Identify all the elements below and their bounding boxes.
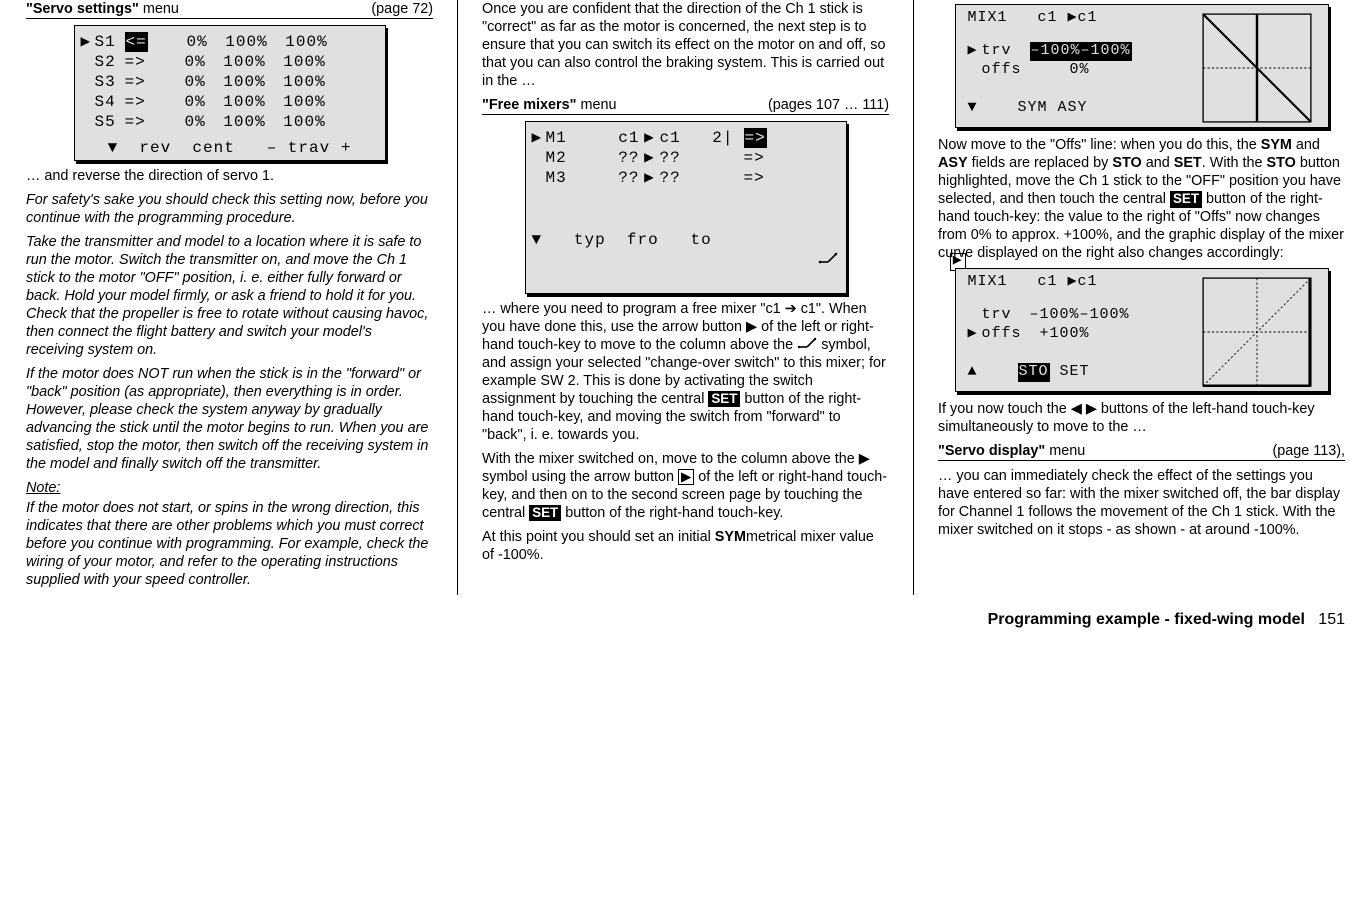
servo-display-header: "Servo display" menu (page 113), [938,442,1345,461]
page-ref: (page 72) [371,1,433,17]
note-body: If the motor does not start, or spins in… [26,499,433,589]
note-label: Note: [26,479,433,497]
para: … and reverse the direction of servo 1. [26,167,433,185]
free-mixers-header: "Free mixers" menu (pages 107 … 111) [482,96,889,115]
page-ref: (pages 107 … 111) [768,97,889,113]
menu-title: "Free mixers" menu [482,97,616,113]
servo-row: S2=>0%100%100% [75,52,385,72]
mix-param-row: ▶offs +100% [962,325,1186,344]
column-divider [457,0,458,595]
para: … where you need to program a free mixer… [482,300,889,444]
mixer-row: M2??▶?? => [526,148,846,168]
menu-title: "Servo display" menu [938,443,1085,459]
mixer-curve-graph [1192,277,1322,387]
lcd-footer: ▼ typ fro to [532,230,712,291]
free-mixers-lcd: ▶M1c1▶c12|=> M2??▶?? => M3??▶?? => ▼ typ… [525,121,847,294]
para: If you now touch the ◀ ▶ buttons of the … [938,400,1345,436]
column-3: MIX1 c1 ▶c1 ▶trv–100%–100% offs 0% ▼ SYM… [930,0,1353,595]
para: If the motor does NOT run when the stick… [26,365,433,473]
servo-row: S3=>0%100%100% [75,72,385,92]
para: For safety's sake you should check this … [26,191,433,227]
sto-button: STO [1018,363,1050,382]
mix-title: MIX1 c1 ▶c1 [968,9,1098,28]
para: Take the transmitter and model to a loca… [26,233,433,359]
column-1: "Servo settings" menu (page 72) ▶S1<=0%1… [18,0,441,595]
page-ref: (page 113), [1272,443,1345,459]
para: At this point you should set an initial … [482,528,889,564]
mix2-lcd: MIX1 c1 ▶c1 trv–100%–100% ▶offs +100% ▲ … [955,268,1329,392]
mix-title: MIX1 c1 ▶c1 [968,273,1098,292]
lcd-footer: ▼ rev cent – trav + [108,138,352,158]
set-button-icon: SET [529,505,561,522]
mixer-row: ▶M1c1▶c12|=> [526,128,846,148]
servo-row: ▶S1<=0%100%100% [75,32,385,52]
page-footer: Programming example - fixed-wing model 1… [0,605,1371,633]
set-button-icon: SET [1170,191,1202,208]
servo-settings-header: "Servo settings" menu (page 72) [26,0,433,19]
column-2: Once you are confident that the directio… [474,0,897,595]
mix-param-row: ▶trv–100%–100% [962,42,1186,61]
set-button-icon: SET [708,391,740,408]
mix-param-row: offs 0% [962,61,1186,80]
para: … you can immediately check the effect o… [938,467,1345,539]
switch-icon [712,230,844,291]
mixer-row: M3??▶?? => [526,168,846,188]
arrow-box-icon: ▶ [678,469,694,485]
mixer-curve-graph [1192,13,1322,123]
para: With the mixer switched on, move to the … [482,450,889,522]
menu-title: "Servo settings" menu [26,1,179,17]
servo-row: S4=>0%100%100% [75,92,385,112]
servo-row: S5=>0%100%100% [75,112,385,132]
servo-settings-lcd: ▶S1<=0%100%100% S2=>0%100%100% S3=>0%100… [74,25,386,161]
lcd-footer: ▼ SYM ASY [968,99,1088,118]
para: Now move to the "Offs" line: when you do… [938,136,1345,262]
para: Once you are confident that the directio… [482,0,889,90]
page-content: "Servo settings" menu (page 72) ▶S1<=0%1… [0,0,1371,605]
mix-param-row: trv–100%–100% [962,306,1186,325]
mix1-lcd: MIX1 c1 ▶c1 ▶trv–100%–100% offs 0% ▼ SYM… [955,4,1329,128]
column-divider [913,0,914,595]
